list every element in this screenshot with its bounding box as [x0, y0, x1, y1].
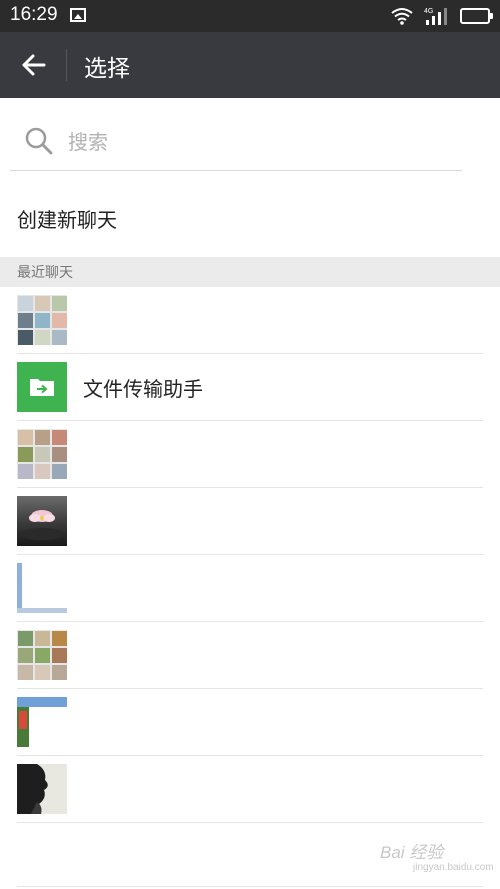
watermark-url: jingyan.baidu.com: [413, 862, 494, 873]
photo-avatar: [17, 697, 67, 747]
chat-item[interactable]: [17, 622, 483, 689]
chat-item-file-transfer[interactable]: 文件传输助手: [17, 354, 483, 421]
image-notification-icon: [70, 8, 86, 22]
create-new-chat-button[interactable]: 创建新聊天: [0, 188, 500, 254]
status-bar: 16:29 4G: [0, 0, 500, 32]
photo-avatar: [17, 764, 67, 814]
signal-icon: 4G: [424, 8, 447, 25]
search-bar: [10, 112, 462, 171]
chat-item[interactable]: [17, 689, 483, 756]
chat-item[interactable]: [17, 756, 483, 823]
file-transfer-avatar: [17, 362, 67, 412]
app-bar: 选择: [0, 32, 500, 98]
search-input[interactable]: [66, 126, 450, 158]
recent-chats-label: 最近聊天: [17, 265, 73, 281]
watermark-logo: Bai 经验: [380, 843, 444, 862]
group-avatar: [17, 295, 67, 345]
chat-item[interactable]: [17, 421, 483, 488]
bottom-divider: [17, 886, 483, 887]
search-icon: [25, 127, 53, 155]
recent-chats-header: 最近聊天: [0, 257, 500, 287]
chat-item[interactable]: [17, 287, 483, 354]
chat-name: 文件传输助手: [83, 377, 203, 401]
battery-icon: [460, 8, 493, 24]
network-type-label: 4G: [424, 8, 433, 15]
create-new-chat-label: 创建新聊天: [17, 208, 117, 232]
chat-item[interactable]: [17, 488, 483, 555]
back-arrow-icon: [22, 54, 46, 76]
back-button[interactable]: [16, 50, 52, 80]
photo-avatar: [17, 563, 67, 613]
page-title: 选择: [84, 56, 130, 82]
status-time: 16:29: [10, 4, 58, 25]
app-bar-divider: [66, 49, 67, 81]
group-avatar: [17, 429, 67, 479]
recent-chat-list: 文件传输助手: [0, 287, 500, 823]
photo-avatar: [17, 496, 67, 546]
wifi-icon: [391, 8, 413, 25]
chat-item[interactable]: [17, 555, 483, 622]
folder-icon: [30, 379, 54, 396]
group-avatar: [17, 630, 67, 680]
